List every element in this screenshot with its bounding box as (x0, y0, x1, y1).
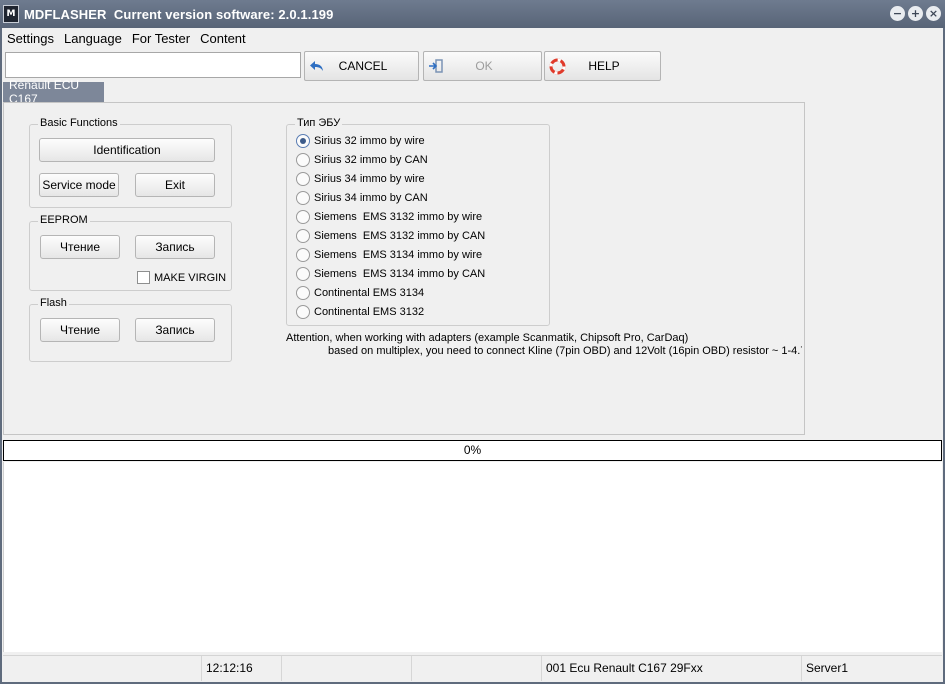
title-bar: M MDFLASHER Current version software: 2.… (0, 0, 945, 28)
ecu-option-ems3134-wire[interactable]: Siemens EMS 3134 immo by wire (296, 246, 482, 264)
ecu-option-continental-3132[interactable]: Continental EMS 3132 (296, 303, 424, 321)
eeprom-write-button[interactable]: Запись (135, 235, 215, 259)
ecu-type-title: Тип ЭБУ (295, 117, 343, 129)
mdflasher-app-icon: M (3, 5, 19, 23)
radio-button[interactable] (296, 305, 310, 319)
window-title: MDFLASHER Current version software: 2.0.… (24, 6, 334, 22)
radio-button[interactable] (296, 286, 310, 300)
ecu-option-ems3132-can[interactable]: Siemens EMS 3132 immo by CAN (296, 227, 485, 245)
status-ecu: 001 Ecu Renault C167 29Fxx (542, 656, 802, 681)
window-frame-left (0, 28, 2, 684)
make-virgin-checkbox[interactable] (137, 271, 150, 284)
basic-functions-group: Basic Functions Identification Service m… (29, 117, 232, 208)
ecu-type-group: Тип ЭБУ Sirius 32 immo by wire Sirius 32… (286, 117, 550, 326)
menu-content[interactable]: Content (196, 31, 250, 46)
flash-group: Flash Чтение Запись (29, 297, 232, 362)
ecu-option-continental-3134[interactable]: Continental EMS 3134 (296, 284, 424, 302)
cancel-button[interactable]: CANCEL (304, 51, 419, 81)
radio-button[interactable] (296, 191, 310, 205)
tab-renault-ecu-c167[interactable]: Renault ECU C167 (3, 78, 104, 106)
radio-button[interactable] (296, 153, 310, 167)
ok-button[interactable]: OK (423, 51, 542, 81)
eeprom-read-button[interactable]: Чтение (40, 235, 120, 259)
ok-label: OK (475, 59, 493, 73)
flash-read-button[interactable]: Чтение (40, 318, 120, 342)
radio-button[interactable] (296, 248, 310, 262)
menu-language[interactable]: Language (60, 31, 126, 46)
lifebuoy-icon (548, 57, 566, 75)
enter-door-icon (427, 57, 445, 75)
status-bar: 12:12:16 001 Ecu Renault C167 29Fxx Serv… (3, 655, 942, 681)
command-input[interactable] (5, 52, 301, 78)
ecu-panel: Basic Functions Identification Service m… (3, 102, 805, 435)
window-controls: − + × (890, 6, 941, 21)
ecu-option-sirius32-wire[interactable]: Sirius 32 immo by wire (296, 132, 425, 150)
radio-button-selected[interactable] (296, 134, 310, 148)
eeprom-title: EEPROM (38, 214, 90, 226)
radio-button[interactable] (296, 210, 310, 224)
close-icon[interactable]: × (926, 6, 941, 21)
menu-settings[interactable]: Settings (3, 31, 58, 46)
ecu-option-ems3132-wire[interactable]: Siemens EMS 3132 immo by wire (296, 208, 482, 226)
status-cell-1 (3, 656, 202, 681)
help-label: HELP (588, 59, 620, 73)
flash-write-button[interactable]: Запись (135, 318, 215, 342)
menu-for-tester[interactable]: For Tester (128, 31, 194, 46)
minimize-icon[interactable]: − (890, 6, 905, 21)
progress-text: 0% (463, 443, 482, 457)
log-output[interactable] (3, 462, 942, 652)
attention-notice-line2: based on multiplex, you need to connect … (328, 345, 802, 357)
eeprom-group: EEPROM Чтение Запись MAKE VIRGIN (29, 214, 232, 291)
progress-bar: 0% (3, 440, 942, 461)
ecu-option-sirius34-wire[interactable]: Sirius 34 immo by wire (296, 170, 425, 188)
status-cell-3 (282, 656, 412, 681)
exit-button[interactable]: Exit (135, 173, 215, 197)
ecu-option-sirius34-can[interactable]: Sirius 34 immo by CAN (296, 189, 428, 207)
ecu-option-sirius32-can[interactable]: Sirius 32 immo by CAN (296, 151, 428, 169)
maximize-icon[interactable]: + (908, 6, 923, 21)
basic-functions-title: Basic Functions (38, 117, 120, 129)
ecu-option-ems3134-can[interactable]: Siemens EMS 3134 immo by CAN (296, 265, 485, 283)
undo-arrow-icon (308, 57, 326, 75)
help-button[interactable]: HELP (544, 51, 661, 81)
status-cell-4 (412, 656, 542, 681)
status-time: 12:12:16 (202, 656, 282, 681)
radio-button[interactable] (296, 229, 310, 243)
cancel-label: CANCEL (338, 59, 388, 73)
make-virgin-label: MAKE VIRGIN (154, 272, 227, 284)
flash-title: Flash (38, 297, 69, 309)
identification-button[interactable]: Identification (39, 138, 215, 162)
service-mode-button[interactable]: Service mode (39, 173, 119, 197)
menu-bar: Settings Language For Tester Content (0, 28, 945, 49)
radio-button[interactable] (296, 267, 310, 281)
attention-notice-line1: Attention, when working with adapters (e… (286, 332, 689, 344)
radio-button[interactable] (296, 172, 310, 186)
status-server: Server1 (806, 661, 849, 675)
